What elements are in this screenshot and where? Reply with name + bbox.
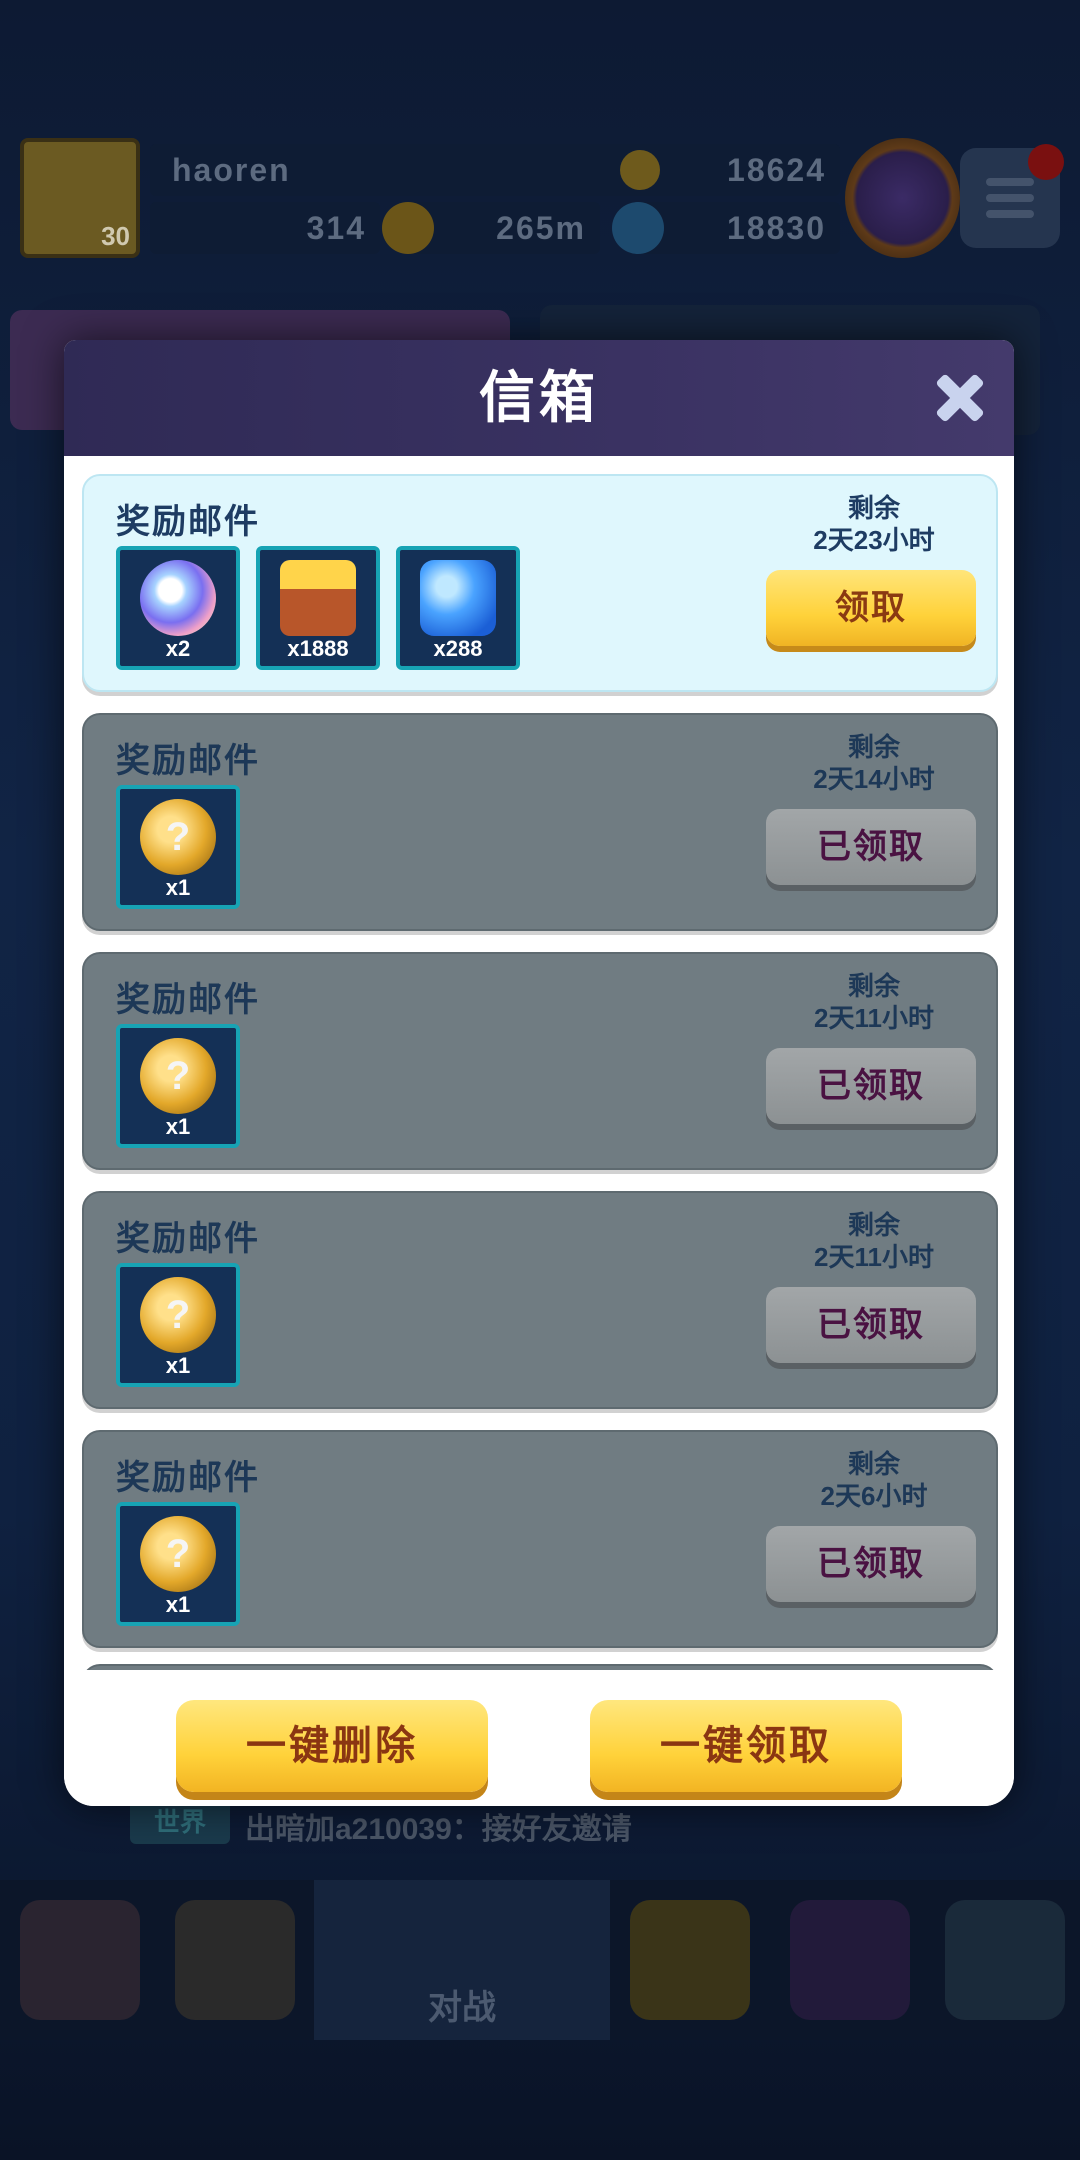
reward-item[interactable]: ? x1 (116, 1502, 240, 1626)
remaining-time: 2天11小时 (814, 1242, 934, 1272)
resource-2: 265m (382, 202, 600, 254)
bottom-navigation: 对战 (0, 1880, 1080, 2040)
mail-item: 奖励邮件 ? x1 剩余 2天14小时 已领取 (82, 713, 998, 931)
chat-channel-tag: 世界 (130, 1800, 230, 1844)
gem-icon (612, 202, 664, 254)
player-level: 30 (101, 221, 130, 251)
resource-3: 18830 (612, 202, 840, 254)
dialog-header: 信箱 (64, 340, 1014, 456)
delete-all-button[interactable]: 一键删除 (176, 1700, 488, 1792)
remaining-time: 2天11小时 (814, 1003, 934, 1033)
resource-2-value: 265m (496, 210, 586, 246)
reward-qty: x1 (165, 1592, 191, 1617)
reward-item[interactable]: ? x1 (116, 785, 240, 909)
rank-badge-icon[interactable] (845, 138, 960, 258)
mystery-coin-icon: ? (140, 1038, 216, 1114)
menu-button[interactable] (960, 144, 1064, 248)
remaining-time: 2天23小时 (813, 525, 935, 555)
claimed-button[interactable]: 已领取 (766, 809, 976, 885)
reward-qty: x1 (165, 875, 191, 900)
player-name-bar: haoren 18624 (150, 144, 840, 196)
trophy-count: 18624 (727, 152, 826, 188)
mail-item: 奖励邮件 ? x1 剩余 2天6小时 已领取 (82, 1430, 998, 1648)
reward-item[interactable]: ? x1 (116, 1024, 240, 1148)
remaining-time: 2天6小时 (820, 1481, 928, 1511)
reward-qty: x1 (165, 1353, 191, 1378)
resource-1-value: 314 (306, 210, 366, 246)
mailbox-dialog: 信箱 奖励邮件 x2 x1888 x288 剩余 2天23小时 领取 奖励邮件 … (64, 340, 1014, 1806)
mail-title: 奖励邮件 (116, 981, 260, 1019)
reward-qty: x2 (165, 636, 191, 661)
gold-coin-icon (382, 202, 434, 254)
shop-icon[interactable] (20, 1900, 140, 2020)
player-avatar[interactable]: 30 (20, 138, 140, 258)
nav-battle-tab[interactable]: 对战 (314, 1880, 610, 2040)
chat-message: 出暗加a210039：接好友邀请 (245, 1813, 632, 1846)
remaining-time: 2天14小时 (813, 764, 935, 794)
ticket-icon (140, 560, 216, 636)
mystery-coin-icon: ? (140, 1516, 216, 1592)
blue-gem-icon (420, 560, 496, 636)
notification-dot (1028, 144, 1064, 180)
resource-bar: 314 265m 18830 (150, 202, 840, 254)
mail-list[interactable]: 奖励邮件 x2 x1888 x288 剩余 2天23小时 领取 奖励邮件 ? x… (64, 456, 1014, 1670)
resource-1: 314 (150, 202, 380, 254)
reward-item[interactable]: x288 (396, 546, 520, 670)
capsule-icon[interactable] (175, 1900, 295, 2020)
mystery-coin-icon: ? (140, 799, 216, 875)
reward-item[interactable]: ? x1 (116, 1263, 240, 1387)
social-chat-icon[interactable] (945, 1900, 1065, 2020)
reward-qty: x288 (433, 636, 483, 661)
trophy-icon (620, 150, 660, 190)
claimed-button[interactable]: 已领取 (766, 1048, 976, 1124)
reward-item[interactable]: x1888 (256, 546, 380, 670)
nav-battle-label: 对战 (428, 1989, 496, 2027)
player-top-bar: 30 haoren 18624 314 265m 18830 (20, 138, 1064, 260)
reward-item[interactable]: x2 (116, 546, 240, 670)
close-icon[interactable] (924, 362, 996, 434)
claim-button[interactable]: 领取 (766, 570, 976, 646)
mail-item: 奖励邮件 x2 x1888 x288 剩余 2天23小时 领取 (82, 474, 998, 692)
reward-qty: x1888 (287, 636, 349, 661)
whistle-icon[interactable] (630, 1900, 750, 2020)
resource-3-value: 18830 (727, 210, 826, 246)
planet-icon[interactable] (790, 1900, 910, 2020)
dialog-title: 信箱 (479, 366, 599, 429)
claimed-button[interactable]: 已领取 (766, 1526, 976, 1602)
treasure-chest-icon (280, 560, 356, 636)
mail-item: 奖励邮件 ? x1 剩余 2天11小时 已领取 (82, 1191, 998, 1409)
claimed-button[interactable]: 已领取 (766, 1287, 976, 1363)
chat-ticker[interactable]: 世界 出暗加a210039：接好友邀请 (30, 1800, 1030, 1846)
mystery-coin-icon: ? (140, 1277, 216, 1353)
player-name: haoren (172, 152, 291, 188)
dialog-footer: 一键删除 一键领取 (64, 1670, 1014, 1806)
mail-title: 奖励邮件 (116, 503, 260, 541)
mail-title: 奖励邮件 (116, 1459, 260, 1497)
reward-qty: x1 (165, 1114, 191, 1139)
mail-title: 奖励邮件 (116, 742, 260, 780)
claim-all-button[interactable]: 一键领取 (590, 1700, 902, 1792)
mail-title: 奖励邮件 (116, 1220, 260, 1258)
mail-item: 奖励邮件 ? x1 剩余 2天11小时 已领取 (82, 952, 998, 1170)
